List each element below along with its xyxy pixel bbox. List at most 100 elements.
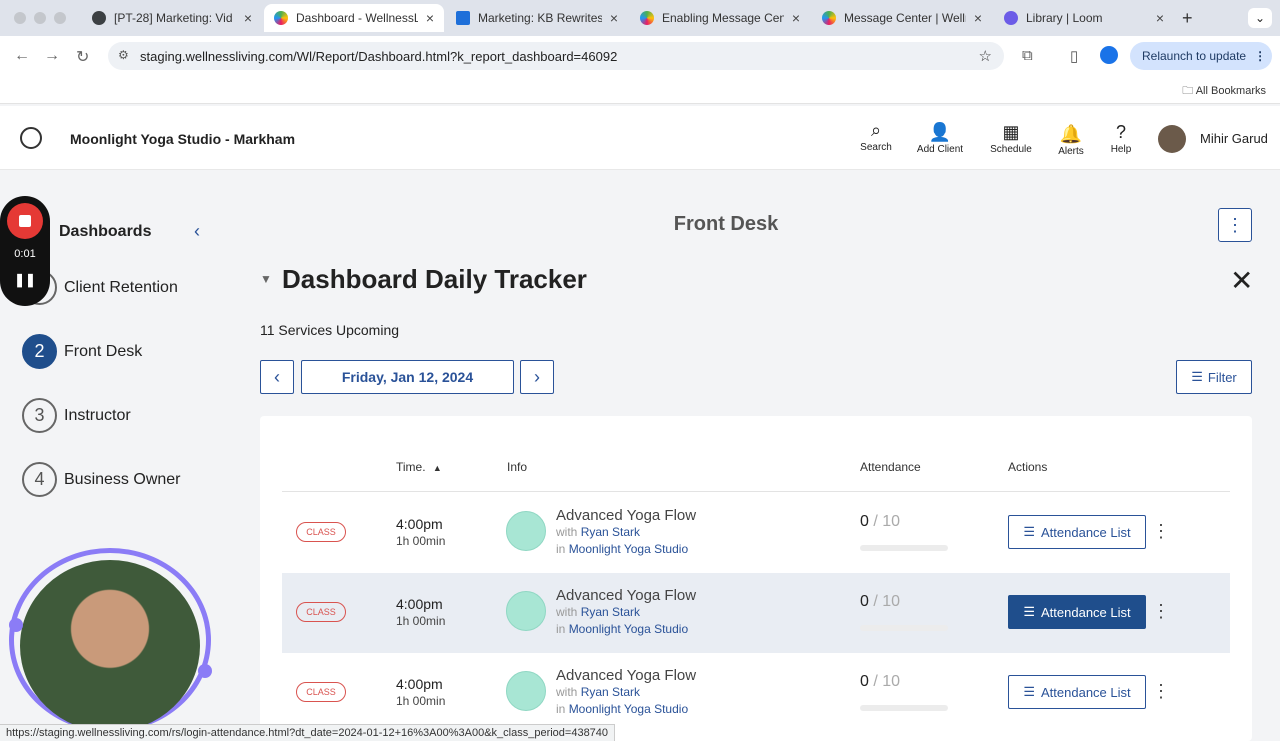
row-instructor: with Ryan Stark [556,685,641,699]
list-icon: ☰ [1023,604,1036,619]
camera-handle[interactable] [9,618,23,632]
close-icon[interactable]: × [610,10,618,26]
close-icon[interactable]: × [244,10,252,26]
location-link[interactable]: Moonlight Yoga Studio [569,622,688,636]
date-picker[interactable]: Friday, Jan 12, 2024 [301,360,514,394]
column-header-actions: Actions [1008,460,1048,474]
browser-tab[interactable]: Message Center | Welln × [812,4,992,32]
extensions-icon[interactable]: ⧉ [1022,47,1033,64]
nav-search[interactable]: ⌕ Search [846,118,906,153]
location-link[interactable]: Moonlight Yoga Studio [569,542,688,556]
page-menu-button[interactable]: ⋮ [1218,208,1252,242]
row-location: in Moonlight Yoga Studio [556,702,689,716]
sidebar-item-business-owner[interactable]: 4 Business Owner [22,462,181,497]
more-icon[interactable]: ⋮ [1152,521,1170,542]
instructor-link[interactable]: Ryan Stark [581,605,640,619]
row-instructor: with Ryan Stark [556,525,641,539]
divider [282,491,1230,492]
prev-day-button[interactable]: ‹ [260,360,294,394]
table-row[interactable]: CLASS 4:00pm 1h 00min Advanced Yoga Flow… [282,653,1230,733]
services-upcoming: 11 Services Upcoming [260,322,400,338]
back-icon[interactable]: ← [14,47,30,65]
studio-name[interactable]: Moonlight Yoga Studio - Markham [70,131,295,147]
globe-icon [92,11,106,25]
row-location: in Moonlight Yoga Studio [556,542,689,556]
all-bookmarks-button[interactable]: 🗀 All Bookmarks [1182,82,1266,101]
avatar[interactable] [1158,125,1186,153]
relaunch-button[interactable]: Relaunch to update ⋮ [1130,42,1272,70]
address-bar[interactable]: ⚙ staging.wellnessliving.com/Wl/Report/D… [108,42,1004,70]
class-name[interactable]: Advanced Yoga Flow [556,507,696,524]
row-duration: 1h 00min [396,694,446,708]
class-avatar [506,671,546,711]
close-icon[interactable]: × [1156,10,1164,26]
tracker-title: Dashboard Daily Tracker [282,264,587,294]
studio-logo-icon[interactable] [20,127,42,149]
chevron-right-icon: › [534,366,540,387]
browser-tab[interactable]: Library | Loom × [994,4,1174,32]
more-icon: ⋮ [1226,214,1244,235]
browser-tab[interactable]: Enabling Message Cent × [630,4,810,32]
class-avatar [506,591,546,631]
forward-icon[interactable]: → [44,47,60,65]
reload-icon[interactable]: ↻ [76,47,89,67]
filter-button[interactable]: ☰ Filter [1176,360,1252,394]
pause-icon[interactable]: ❚❚ [0,272,50,288]
sidebar-item-front-desk[interactable]: 2 Front Desk [22,334,142,369]
more-icon[interactable]: ⋮ [1152,681,1170,702]
row-time: 4:00pm [396,516,443,532]
browser-tab-active[interactable]: Dashboard - WellnessLi × [264,4,444,32]
search-icon: ⌕ [870,120,882,140]
window-controls[interactable] [14,12,66,24]
profile-icon[interactable] [1100,46,1118,64]
column-header-info: Info [507,460,528,474]
location-link[interactable]: Moonlight Yoga Studio [569,702,688,716]
close-icon[interactable]: ✕ [1230,264,1253,297]
camera-bubble[interactable] [20,560,200,732]
sidebar-title: Dashboards [59,223,152,240]
nav-help[interactable]: ? Help [1091,120,1151,155]
row-time: 4:00pm [396,676,443,692]
page-title: Front Desk [673,213,779,235]
attendance-list-button[interactable]: ☰ Attendance List [1008,515,1146,549]
attendance-list-button[interactable]: ☰ Attendance List [1008,675,1146,709]
list-icon: ☰ [1023,524,1036,539]
site-info-icon[interactable]: ⚙ [118,48,129,62]
new-tab-icon[interactable]: + [1182,8,1193,29]
recording-time: 0:01 [14,248,36,260]
column-header-time[interactable]: Time. ▲ [396,460,442,474]
add-user-icon: 👤 [928,122,952,142]
next-day-button[interactable]: › [520,360,554,394]
table-row[interactable]: CLASS 4:00pm 1h 00min Advanced Yoga Flow… [282,573,1230,653]
attendance-list-button[interactable]: ☰ Attendance List [1008,595,1146,629]
close-icon[interactable]: × [426,10,434,26]
instructor-link[interactable]: Ryan Stark [581,685,640,699]
wellnessliving-icon [822,11,836,25]
tab-search-icon[interactable]: ⌄ [1248,8,1272,28]
sidebar-item-instructor[interactable]: 3 Instructor [22,398,131,433]
confluence-icon [456,11,470,25]
url-text: staging.wellnessliving.com/Wl/Report/Das… [140,48,618,64]
row-duration: 1h 00min [396,534,446,548]
stop-recording-button[interactable] [7,203,43,239]
table-row[interactable]: CLASS 4:00pm 1h 00min Advanced Yoga Flow… [282,493,1230,573]
collapse-caret-icon[interactable]: ▼ [260,272,272,286]
close-icon[interactable]: × [792,10,800,26]
camera-handle[interactable] [198,664,212,678]
instructor-link[interactable]: Ryan Stark [581,525,640,539]
class-name[interactable]: Advanced Yoga Flow [556,587,696,604]
class-name[interactable]: Advanced Yoga Flow [556,667,696,684]
more-icon[interactable]: ⋮ [1152,601,1170,622]
star-icon[interactable]: ☆ [979,47,992,65]
user-name[interactable]: Mihir Garud [1200,131,1268,146]
class-badge: CLASS [296,602,346,622]
side-panel-icon[interactable]: ▯ [1070,47,1078,65]
row-time: 4:00pm [396,596,443,612]
close-icon[interactable]: × [974,10,982,26]
browser-tab[interactable]: [PT-28] Marketing: Vid × [82,4,262,32]
browser-tab[interactable]: Marketing: KB Rewrites × [446,4,628,32]
nav-add-client[interactable]: 👤 Add Client [910,120,970,155]
collapse-icon[interactable]: ‹ [194,221,200,242]
nav-schedule[interactable]: ▦ Schedule [981,120,1041,155]
help-icon: ? [1115,122,1126,142]
